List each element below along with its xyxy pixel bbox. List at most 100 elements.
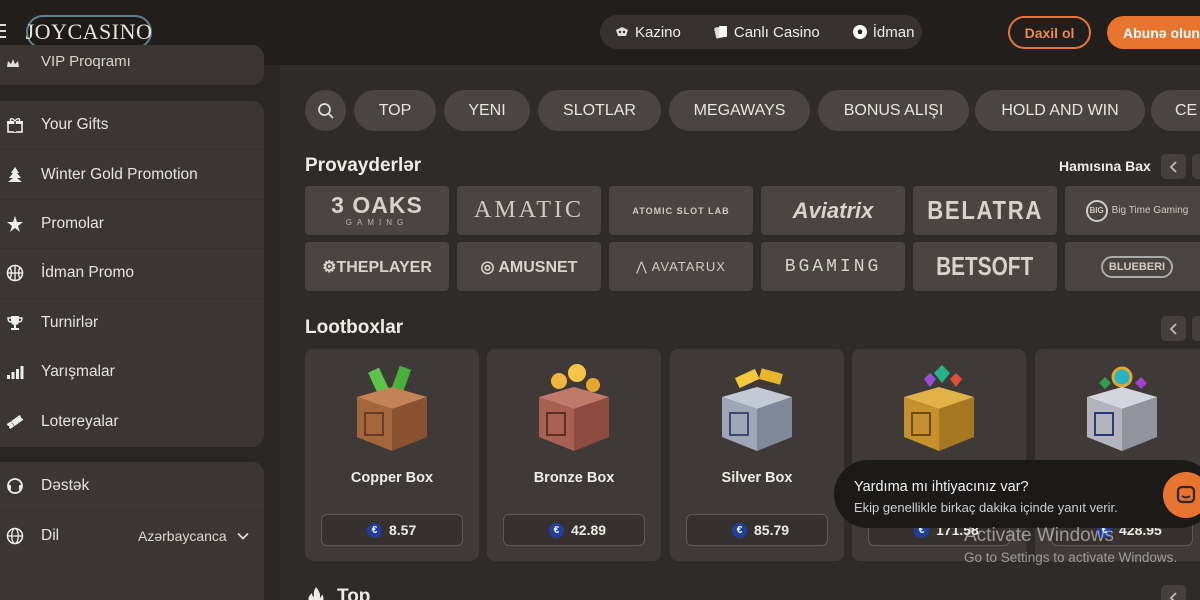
lootbox-card[interactable]: Bronze Box € 42.89 xyxy=(487,349,661,561)
provider-tile[interactable]: ATOMIC SLOT LAB xyxy=(609,186,753,235)
sidebar-item-lotereyalar[interactable]: Lotereyalar xyxy=(0,397,264,446)
top-section-title: Top xyxy=(337,586,371,600)
chevron-left-icon xyxy=(1169,322,1177,335)
support-menu: Dəstək Dil Azərbaycanca xyxy=(0,462,264,600)
tree-icon xyxy=(8,166,22,182)
sidebar-item-label: Winter Gold Promotion xyxy=(41,165,198,183)
lootbox-card[interactable]: Copper Box € 8.57 xyxy=(305,349,479,561)
providers-title: Provayderlər xyxy=(305,155,422,176)
register-button[interactable]: Abunə olun xyxy=(1107,16,1200,49)
nav-idman-label: İdman xyxy=(872,23,915,41)
support-chat-popup[interactable]: Yardıma mı ihtiyacınız var? Ekip genelli… xyxy=(834,460,1200,528)
sidebar-item-gifts[interactable]: Your Gifts xyxy=(0,101,264,151)
chip-top[interactable]: TOP xyxy=(354,90,436,131)
trophy-icon xyxy=(7,315,23,330)
lootbox-price-button[interactable]: € 42.89 xyxy=(503,514,645,546)
chat-subtitle: Ekip genellikle birkaç dakika içinde yan… xyxy=(854,500,1118,515)
chip-slotlar[interactable]: SLOTLAR xyxy=(538,90,661,131)
providers-next-button[interactable] xyxy=(1192,154,1200,179)
lootbox-price-button[interactable]: € 8.57 xyxy=(321,514,463,546)
crown-icon xyxy=(7,59,19,67)
globe-icon xyxy=(6,527,24,545)
provider-tile[interactable]: BETSOFT xyxy=(913,242,1057,291)
provider-tile[interactable]: BGAMING xyxy=(761,242,905,291)
star-icon xyxy=(7,215,23,232)
sidebar-item-label: Lotereyalar xyxy=(41,413,119,431)
chevron-left-icon xyxy=(1169,160,1177,173)
bronze-box-icon xyxy=(539,364,609,451)
lootbox-price: 8.57 xyxy=(389,522,417,538)
nav-kazino[interactable]: Kazino xyxy=(614,24,681,41)
provider-tile[interactable]: AMATIC xyxy=(457,186,601,235)
vip-card[interactable]: VIP Proqramı xyxy=(0,45,264,85)
chip-ce[interactable]: CE xyxy=(1151,90,1200,131)
vip-label: VIP Proqramı xyxy=(41,53,131,70)
logo[interactable]: JOYCASINO xyxy=(26,15,152,49)
lootboxes-title: Lootboxlar xyxy=(305,317,404,338)
provider-tile[interactable]: BIG Big Time Gaming xyxy=(1065,186,1200,235)
euro-icon: € xyxy=(367,522,382,538)
euro-icon: € xyxy=(732,522,747,538)
lootbox-price-button[interactable]: € 85.79 xyxy=(686,514,828,546)
sidebar-item-support[interactable]: Dəstək xyxy=(0,462,264,512)
lootbox-name: Copper Box xyxy=(350,470,434,486)
search-button[interactable] xyxy=(305,90,346,131)
provider-tile[interactable]: Aviatrix xyxy=(761,186,905,235)
chevron-down-icon[interactable] xyxy=(236,529,250,543)
sidebar-item-promolar[interactable]: Promolar xyxy=(0,200,264,250)
menu-icon[interactable] xyxy=(0,24,6,38)
provider-tile[interactable]: ⚙THEPLAYER xyxy=(305,242,449,291)
chip-yeni[interactable]: YENI xyxy=(444,90,530,131)
chevron-left-icon xyxy=(1169,591,1177,600)
sidebar-item-idman-promo[interactable]: İdman Promo xyxy=(0,249,264,299)
provider-tile[interactable]: BLUEBERI xyxy=(1065,242,1200,291)
provider-tile[interactable]: BELATRA xyxy=(913,186,1057,235)
search-icon xyxy=(317,102,334,119)
casino-icon xyxy=(616,27,628,36)
nav-kazino-label: Kazino xyxy=(635,23,681,41)
lootbox-price: 42.89 xyxy=(571,522,607,538)
activate-windows-subtitle: Go to Settings to activate Windows. xyxy=(964,550,1178,565)
sidebar-item-label: Your Gifts xyxy=(41,116,109,134)
top-prev-button[interactable] xyxy=(1161,585,1186,600)
promo-menu: Your Gifts Winter Gold Promotion Promola… xyxy=(0,101,264,447)
sidebar-item-yarismalar[interactable]: Yarışmalar xyxy=(0,348,264,398)
see-all-link[interactable]: Hamısına Bax xyxy=(1059,158,1151,174)
sidebar-item-label: Yarışmalar xyxy=(41,363,115,381)
providers-prev-button[interactable] xyxy=(1161,154,1186,179)
cards-icon xyxy=(714,26,727,39)
sidebar-item-label: Promolar xyxy=(41,214,104,232)
headset-icon xyxy=(7,478,23,495)
flame-icon xyxy=(308,587,324,600)
lootboxes-next-button[interactable] xyxy=(1192,316,1200,341)
nav-live-casino[interactable]: Canlı Casino xyxy=(713,24,820,41)
main-nav: Kazino Canlı Casino İdman xyxy=(600,15,922,49)
basketball-icon xyxy=(6,265,24,282)
nav-idman[interactable]: İdman xyxy=(852,23,915,41)
lootbox-card[interactable]: Silver Box € 85.79 xyxy=(670,349,844,561)
chip-bonus-alisi[interactable]: BONUS ALIŞI xyxy=(818,90,969,131)
sidebar-item-language[interactable]: Dil Azərbaycanca xyxy=(0,511,264,560)
silver-box-icon xyxy=(722,368,792,451)
gift-icon xyxy=(7,118,23,133)
lootboxes-prev-button[interactable] xyxy=(1161,316,1186,341)
gold-box-icon xyxy=(904,365,974,451)
sidebar-item-turnirler[interactable]: Turnirlər xyxy=(0,299,264,348)
chip-hold-and-win[interactable]: HOLD AND WIN xyxy=(975,90,1145,131)
lootbox-name: Bronze Box xyxy=(533,470,615,486)
provider-tile[interactable]: ⋀ AVATARUX xyxy=(609,242,753,291)
lootbox-price: 85.79 xyxy=(754,522,790,538)
sidebar: VIP Proqramı Your Gifts Winter Gold Prom… xyxy=(0,45,280,600)
sidebar-item-label: İdman Promo xyxy=(41,264,135,282)
sidebar-item-winter-gold[interactable]: Winter Gold Promotion xyxy=(0,150,264,200)
login-button[interactable]: Daxil ol xyxy=(1008,16,1091,49)
euro-icon: € xyxy=(549,522,564,538)
nav-live-casino-label: Canlı Casino xyxy=(733,23,820,41)
provider-tile[interactable]: ◎ AMUSNET xyxy=(457,242,601,291)
bars-icon xyxy=(7,366,24,380)
chip-megaways[interactable]: MEGAWAYS xyxy=(669,90,810,131)
provider-tile[interactable]: 3 OAKS GAMING xyxy=(305,186,449,235)
chat-bubble-icon xyxy=(1176,485,1196,504)
language-value: Azərbaycanca xyxy=(138,528,227,545)
soccer-ball-icon xyxy=(852,25,867,39)
